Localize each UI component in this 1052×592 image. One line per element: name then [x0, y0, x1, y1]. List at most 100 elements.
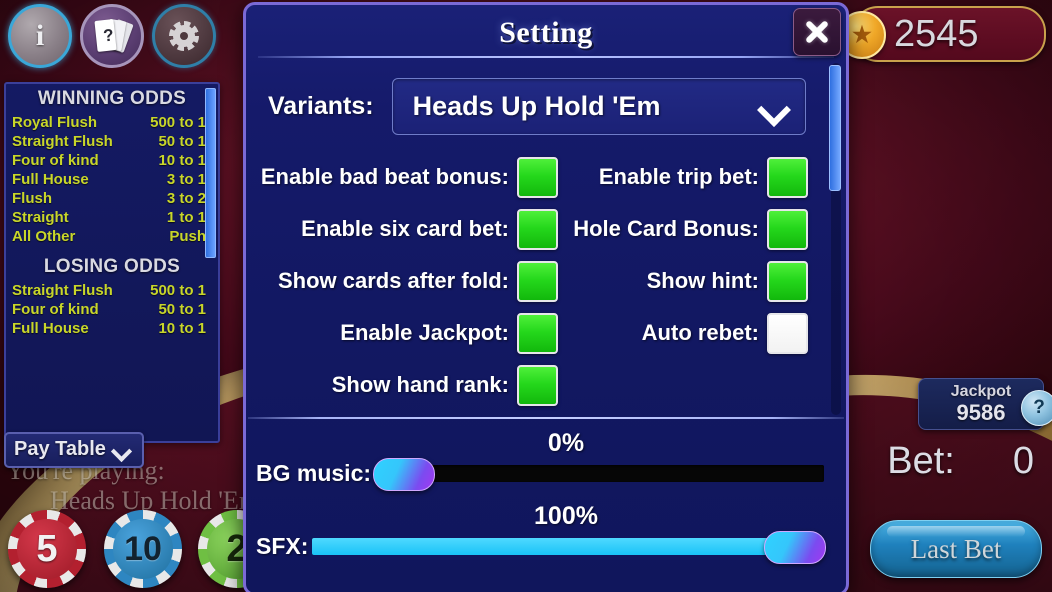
checkbox-enable-six-card-bet[interactable]	[517, 208, 558, 250]
balance-display: ★ 2545	[838, 6, 1046, 62]
odds-name: Full House	[12, 171, 89, 188]
bg-music-slider-knob[interactable]	[373, 458, 436, 491]
sfx-slider-row: SFX:	[246, 531, 846, 564]
sfx-slider-block: 100% SFX:	[246, 502, 846, 564]
checkbox-enable-jackpot[interactable]	[517, 312, 558, 354]
setting-enable-six-card-bet[interactable]: Enable six card bet:	[258, 208, 558, 250]
chip-10[interactable]: 10	[104, 510, 182, 588]
title-divider	[258, 56, 834, 58]
settings-dialog: Setting Variants: Heads Up Hold 'Em Enab…	[243, 2, 849, 592]
table-row: Straight Flush 500 to 1	[6, 281, 218, 300]
odds-value: 1 to 1	[166, 209, 206, 226]
settings-checkbox-grid: Enable bad beat bonus: Enable trip bet: …	[258, 151, 810, 411]
odds-name: Straight Flush	[12, 282, 113, 299]
setting-label: Enable Jackpot:	[340, 320, 509, 345]
chevron-down-icon	[114, 444, 132, 455]
winning-odds-header: WINNING ODDS	[37, 88, 187, 109]
setting-label: Show hand rank:	[331, 372, 509, 397]
setting-hole-card-bonus[interactable]: Hole Card Bonus:	[558, 208, 808, 250]
odds-name: Four of kind	[12, 152, 99, 169]
checkbox-auto-rebet[interactable]	[767, 312, 808, 354]
bg-music-slider[interactable]	[373, 458, 824, 491]
setting-label: Enable six card bet:	[301, 216, 509, 241]
table-row: Flush 3 to 2	[6, 189, 218, 208]
odds-value: 10 to 1	[158, 320, 206, 337]
bg-music-slider-row: BG music:	[246, 458, 846, 491]
setting-enable-jackpot[interactable]: Enable Jackpot:	[258, 312, 558, 354]
odds-value: Push	[169, 228, 206, 245]
info-icon: i	[35, 19, 45, 52]
dialog-title: Setting	[499, 16, 593, 49]
setting-show-hand-rank[interactable]: Show hand rank:	[258, 364, 558, 406]
odds-name: Flush	[12, 190, 52, 207]
last-bet-button[interactable]: Last Bet	[870, 520, 1042, 578]
odds-panel: WINNING ODDS Royal Flush 500 to 1 Straig…	[4, 82, 220, 443]
checkbox-show-hand-rank[interactable]	[517, 364, 558, 406]
odds-value: 500 to 1	[150, 282, 206, 299]
sfx-slider-knob[interactable]	[764, 531, 826, 564]
sfx-slider[interactable]	[312, 531, 826, 564]
bet-display: Bet: 0	[887, 440, 1034, 483]
setting-label: Enable trip bet:	[598, 164, 759, 189]
table-row: Royal Flush 500 to 1	[6, 113, 218, 132]
setting-show-hint[interactable]: Show hint:	[558, 260, 808, 302]
odds-value: 3 to 2	[166, 190, 206, 207]
game-screen: i ? WINNING ODDS Royal Flush 500 to 1 St…	[0, 0, 1052, 592]
setting-label: Auto rebet:	[641, 320, 759, 345]
bg-music-slider-block: 0% BG music:	[246, 429, 846, 491]
balance-value: 2545	[894, 12, 979, 55]
sfx-label: SFX:	[256, 533, 309, 559]
chip-value: 10	[124, 529, 162, 568]
pay-table-label: Pay Table	[14, 438, 106, 460]
odds-name: All Other	[12, 228, 76, 245]
setting-label: Show hint:	[646, 268, 759, 293]
setting-label: Enable bad beat bonus:	[260, 164, 509, 189]
setting-enable-bad-beat-bonus[interactable]: Enable bad beat bonus:	[258, 156, 558, 198]
odds-name: Straight	[12, 209, 69, 226]
close-button[interactable]	[793, 8, 841, 56]
odds-name: Full House	[12, 320, 89, 337]
odds-scrollbar[interactable]	[205, 88, 216, 258]
table-row: Full House 10 to 1	[6, 319, 218, 338]
chevron-down-icon	[759, 98, 789, 115]
chip-value: 5	[36, 527, 58, 570]
checkbox-enable-trip-bet[interactable]	[767, 156, 808, 198]
variants-label: Variants:	[268, 91, 374, 120]
table-row: Straight 1 to 1	[6, 208, 218, 227]
variant-select[interactable]: Heads Up Hold 'Em	[391, 77, 806, 135]
cards-help-button[interactable]: ?	[80, 4, 144, 68]
odds-name: Four of kind	[12, 301, 99, 318]
checkbox-enable-bad-beat-bonus[interactable]	[517, 156, 558, 198]
odds-name: Royal Flush	[12, 114, 98, 131]
variants-row: Variants: Heads Up Hold 'Em	[268, 77, 806, 135]
jackpot-help-icon[interactable]: ?	[1021, 390, 1052, 426]
pay-table-button[interactable]: Pay Table	[4, 432, 144, 468]
info-button[interactable]: i	[8, 4, 72, 68]
odds-value: 3 to 1	[166, 171, 206, 188]
checkbox-show-hint[interactable]	[767, 260, 808, 302]
checkbox-show-cards-after-fold[interactable]	[517, 260, 558, 302]
dialog-scrollbar-thumb[interactable]	[829, 65, 841, 191]
jackpot-label: Jackpot	[950, 383, 1012, 400]
chip-5[interactable]: 5	[8, 510, 86, 588]
bg-music-percent: 0%	[547, 429, 585, 457]
jackpot-display: Jackpot 9586 ?	[918, 378, 1052, 430]
settings-gear-icon	[169, 21, 199, 51]
table-row: Four of kind 10 to 1	[6, 151, 218, 170]
sliders-divider	[248, 417, 844, 419]
setting-auto-rebet[interactable]: Auto rebet:	[558, 312, 808, 354]
cards-help-icon: ?	[94, 18, 134, 54]
setting-show-cards-after-fold[interactable]: Show cards after fold:	[258, 260, 558, 302]
setting-enable-trip-bet[interactable]: Enable trip bet:	[558, 156, 808, 198]
last-bet-label: Last Bet	[910, 533, 1002, 564]
settings-row: Show hand rank:	[258, 359, 810, 411]
bg-music-label: BG music:	[256, 460, 372, 486]
variant-selected-value: Heads Up Hold 'Em	[412, 90, 661, 121]
setting-label: Hole Card Bonus:	[573, 216, 759, 241]
odds-value: 500 to 1	[150, 114, 206, 131]
settings-button[interactable]	[152, 4, 216, 68]
odds-name: Straight Flush	[12, 133, 113, 150]
checkbox-hole-card-bonus[interactable]	[767, 208, 808, 250]
settings-row: Enable Jackpot: Auto rebet:	[258, 307, 810, 359]
losing-odds-header: LOSING ODDS	[43, 256, 181, 277]
